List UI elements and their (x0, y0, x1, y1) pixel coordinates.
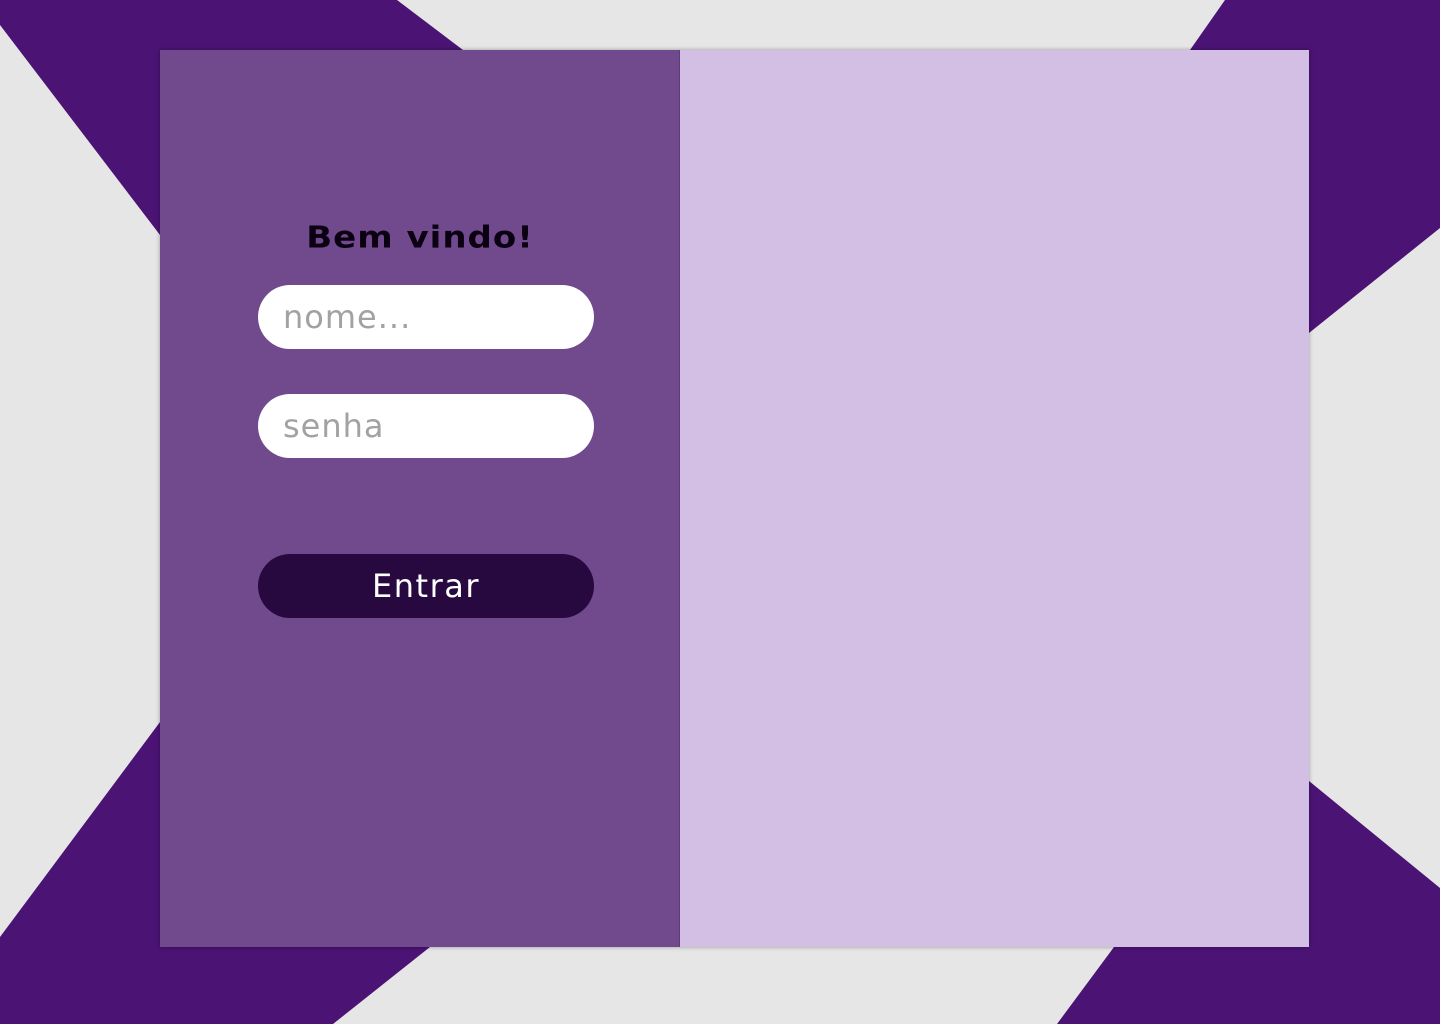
name-input[interactable] (258, 285, 594, 349)
enter-button[interactable]: Entrar (258, 554, 594, 618)
password-input[interactable] (258, 394, 594, 458)
welcome-title: Bem vindo! (306, 220, 534, 256)
decorative-panel (680, 50, 1309, 947)
login-form-panel: Bem vindo! Entrar (160, 50, 680, 947)
login-card: Bem vindo! Entrar (160, 50, 1309, 947)
